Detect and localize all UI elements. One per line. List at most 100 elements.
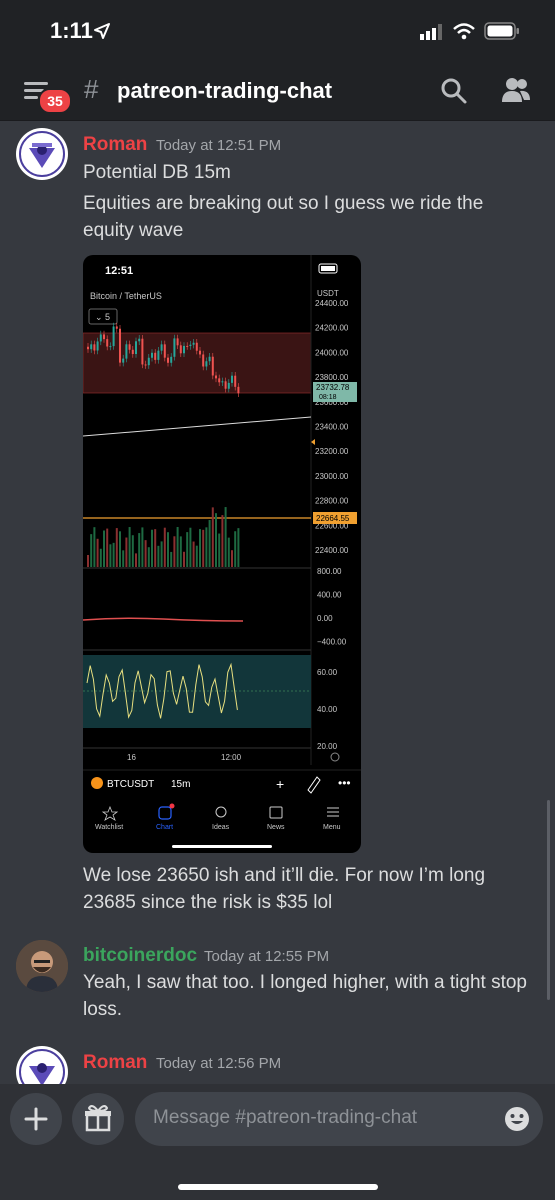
- volume-bar: [199, 529, 201, 567]
- price-tick: 24200.00: [315, 324, 349, 333]
- volume-bar: [231, 550, 233, 567]
- volume-bar: [192, 541, 195, 567]
- svg-text:Watchlist: Watchlist: [95, 824, 123, 831]
- volume-bar: [122, 550, 125, 567]
- time-tick: 12:00: [221, 753, 242, 762]
- message-author[interactable]: Roman: [83, 1052, 147, 1074]
- message-line: loss.: [83, 999, 123, 1020]
- volume-bar: [179, 536, 182, 567]
- news-icon: [269, 806, 283, 819]
- candle: [151, 352, 153, 358]
- price-tick: 23400.00: [315, 423, 349, 432]
- candle: [103, 334, 105, 340]
- candle: [135, 341, 137, 355]
- volume-bar: [96, 538, 99, 567]
- candle: [112, 326, 115, 347]
- svg-text:08:18: 08:18: [319, 394, 337, 401]
- candle: [202, 354, 205, 367]
- time-tick: 16: [127, 753, 136, 762]
- plus-icon: [24, 1107, 48, 1131]
- add-attachment-button[interactable]: [10, 1093, 62, 1145]
- volume-bar: [141, 527, 144, 567]
- volume-bar: [119, 531, 121, 567]
- candle: [173, 338, 176, 357]
- candle: [189, 344, 192, 347]
- wifi-icon: [453, 23, 475, 40]
- volume-bar: [144, 540, 147, 567]
- macd-tick: 800.00: [317, 567, 342, 576]
- home-indicator: [178, 1184, 378, 1190]
- gift-icon: [85, 1105, 111, 1132]
- candle: [192, 342, 195, 345]
- message-author[interactable]: Roman: [83, 134, 147, 156]
- volume-bar: [93, 527, 96, 567]
- candle: [141, 338, 144, 365]
- trend-line: [83, 416, 312, 437]
- candle: [211, 356, 214, 376]
- candle: [147, 357, 150, 366]
- status-time: 1:11: [50, 18, 93, 43]
- message-timestamp: Today at 12:51 PM: [156, 137, 282, 154]
- candle: [195, 342, 198, 351]
- svg-text:News: News: [267, 824, 285, 831]
- macd-tick: 400.00: [317, 591, 342, 600]
- trading-chart: 12:51 Bitcoin / TetherUS USDT ⌄ 5 24400.…: [83, 255, 361, 848]
- candle: [122, 358, 125, 363]
- volume-bar: [221, 515, 224, 567]
- volume-bar: [205, 527, 208, 567]
- volume-bar: [154, 529, 157, 567]
- price-tick: 22800.00: [315, 497, 349, 506]
- ideas-icon: [215, 806, 227, 818]
- volume-bar: [170, 551, 173, 567]
- emoji-icon[interactable]: [503, 1105, 531, 1133]
- gift-button[interactable]: [72, 1093, 124, 1145]
- avatar-bitcoinerdoc[interactable]: [16, 940, 68, 992]
- volume-bar: [208, 520, 211, 567]
- message-timestamp: Today at 12:56 PM: [156, 1055, 282, 1072]
- candle: [109, 346, 112, 348]
- volume-bar: [103, 530, 105, 567]
- candle: [176, 338, 179, 346]
- message-line: 23685 since the risk is $35 lol: [83, 892, 333, 913]
- location-arrow-icon: [94, 23, 110, 39]
- volume-bar: [147, 547, 150, 567]
- volume-bar: [131, 535, 134, 567]
- price-tick: 23000.00: [315, 472, 349, 481]
- candle: [93, 344, 96, 351]
- candle: [208, 356, 211, 362]
- pencil-icon: [307, 776, 321, 794]
- volume-bar: [195, 545, 198, 567]
- candle: [170, 356, 173, 363]
- candle: [106, 339, 109, 347]
- rsi-tick: 20.00: [317, 742, 338, 751]
- volume-bar: [151, 529, 153, 567]
- scrollbar[interactable]: [547, 800, 550, 1000]
- volume-bar: [202, 529, 205, 567]
- message-input[interactable]: Message #patreon-trading-chat: [135, 1092, 543, 1146]
- candle: [163, 344, 166, 358]
- chart-image-attachment[interactable]: 12:51 Bitcoin / TetherUS USDT ⌄ 5 24400.…: [83, 255, 361, 853]
- message-author[interactable]: bitcoinerdoc: [83, 945, 197, 967]
- candle: [99, 334, 102, 342]
- channel-name[interactable]: patreon-trading-chat: [117, 78, 332, 104]
- members-icon[interactable]: [500, 76, 532, 104]
- candle: [138, 338, 141, 342]
- volume-bar: [106, 528, 109, 567]
- candle: [119, 328, 121, 363]
- message-line: Equities are breaking out so I guess we …: [83, 193, 484, 214]
- chart-currency: USDT: [317, 289, 339, 298]
- candle: [205, 361, 208, 367]
- message-line: equity wave: [83, 220, 184, 241]
- chart-tab-icon: [158, 806, 172, 820]
- chart-interval: 15m: [171, 779, 190, 790]
- bitcoin-icon: [91, 777, 103, 789]
- volume-bar: [138, 533, 141, 567]
- chart-home-indicator: [172, 845, 272, 848]
- volume-bar: [87, 555, 89, 567]
- search-icon[interactable]: [440, 77, 468, 105]
- rsi-tick: 60.00: [317, 668, 338, 677]
- price-tick: 23200.00: [315, 447, 349, 456]
- candle: [234, 375, 237, 387]
- avatar-roman[interactable]: [16, 128, 68, 180]
- svg-text:22664.55: 22664.55: [316, 514, 350, 523]
